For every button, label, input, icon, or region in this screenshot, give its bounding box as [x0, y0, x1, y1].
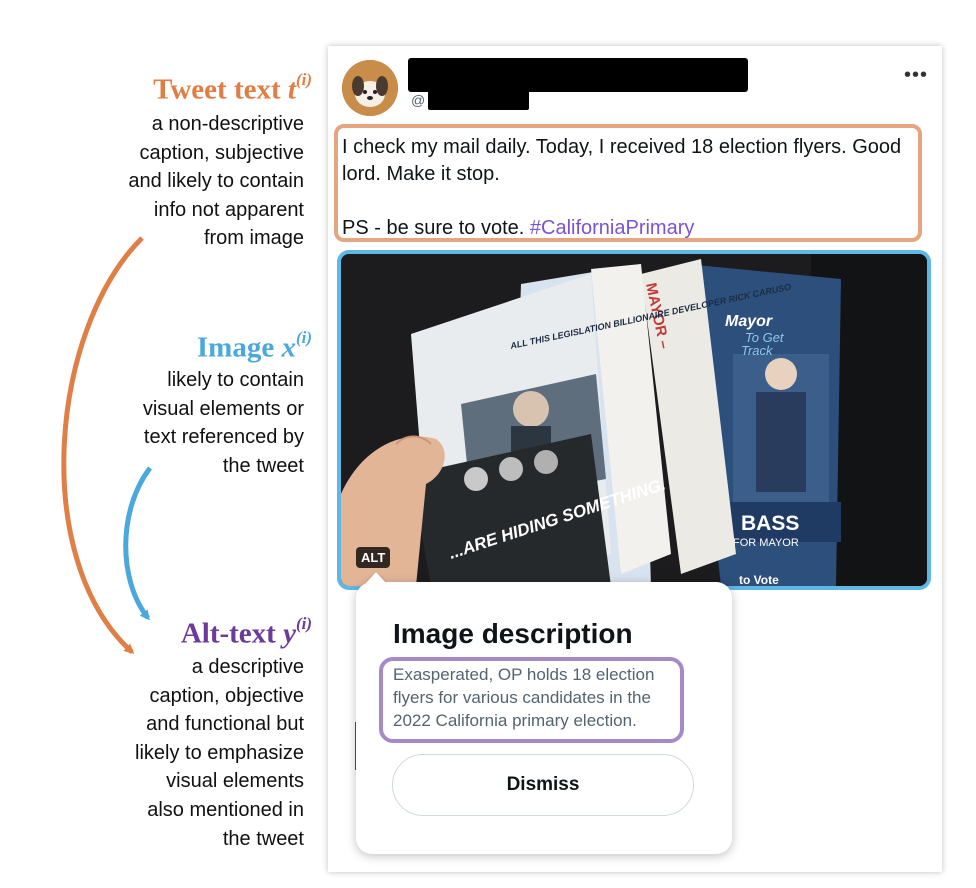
tweet-ps-text: PS - be sure to vote. — [342, 217, 530, 239]
image-description: likely to contain visual elements or tex… — [142, 369, 304, 477]
dog-avatar-icon — [342, 60, 398, 116]
avatar[interactable] — [342, 60, 398, 116]
flyer-for-mayor: FOR MAYOR — [733, 537, 799, 549]
redacted-handle — [428, 91, 529, 110]
tweet-text-line-1: I check my mail daily. Today, I received… — [342, 136, 902, 158]
dismiss-button[interactable]: Dismiss — [392, 754, 694, 816]
alt-text-line-1: Exasperated, OP holds 18 election — [393, 665, 655, 684]
redacted-display-name — [408, 58, 748, 92]
flyer-to-vote: to Vote — [739, 573, 779, 586]
election-flyers-photo: Mayor To Get Track BASS FOR MAYOR to Vot… — [341, 254, 927, 586]
flyer-bass: BASS — [741, 512, 799, 535]
flyer-track: Track — [741, 343, 774, 358]
tweet-text-description: a non-descriptive caption, subjective an… — [128, 113, 304, 250]
image-heading: Image x(i) — [196, 328, 312, 364]
hashtag-link[interactable]: #CaliforniaPrimary — [530, 217, 695, 239]
popover-title: Image description — [393, 618, 633, 649]
tweet-image[interactable]: Mayor To Get Track BASS FOR MAYOR to Vot… — [337, 250, 931, 590]
popover-caret — [366, 572, 386, 583]
alt-text-line-2: flyers for various candidates in the — [393, 688, 651, 707]
handle-at-sign: @ — [411, 92, 426, 108]
alt-text-line-3: 2022 California primary election. — [393, 711, 637, 730]
alt-text-description: a descriptive caption, objective and fun… — [135, 656, 304, 850]
more-options-icon[interactable]: ••• — [904, 64, 928, 87]
alt-badge[interactable]: ALT — [356, 547, 391, 568]
flyer-mayor-right: Mayor — [725, 313, 773, 330]
tweet-text-heading: Tweet text t(i) — [153, 70, 312, 106]
tweet-text-line-2: lord. Make it stop. — [342, 163, 500, 185]
tweet-ps-line: PS - be sure to vote. #CaliforniaPrimary — [342, 217, 694, 240]
alt-text-heading: Alt-text y(i) — [180, 614, 312, 650]
image-to-alt-arrow — [123, 466, 152, 621]
